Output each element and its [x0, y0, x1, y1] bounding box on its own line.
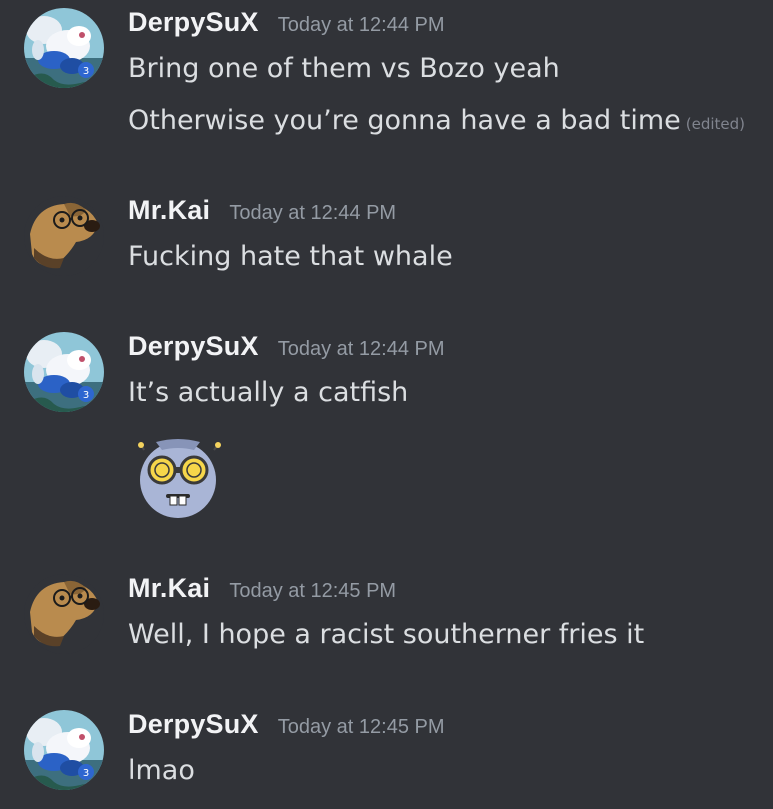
- message-content: Fucking hate that whale: [128, 241, 453, 272]
- dog-with-glasses-avatar-icon[interactable]: [24, 574, 104, 654]
- message-text: Bring one of them vs Bozo yeah: [128, 52, 560, 86]
- message-text: Fucking hate that whale: [128, 240, 453, 274]
- username[interactable]: DerpySuX: [128, 7, 259, 37]
- message-content: Bring one of them vs Bozo yeah: [128, 53, 560, 84]
- message-group: Mr.Kai Today at 12:45 PM Well, I hope a …: [0, 570, 773, 660]
- message-text: It’s actually a catfish: [128, 376, 408, 410]
- timestamp[interactable]: Today at 12:44 PM: [278, 14, 445, 36]
- message-header: DerpySuX Today at 12:45 PM: [128, 706, 445, 742]
- message-header: Mr.Kai Today at 12:44 PM: [128, 192, 396, 228]
- message-group: DerpySuX Today at 12:44 PM Bring one of …: [0, 4, 773, 154]
- username[interactable]: Mr.Kai: [128, 195, 210, 225]
- message-content: Otherwise you’re gonna have a bad time: [128, 105, 681, 136]
- nerd-robot-emoji-icon[interactable]: [128, 428, 224, 524]
- message-content: It’s actually a catfish: [128, 377, 409, 408]
- message-content: lmao: [128, 755, 195, 786]
- edited-label: (edited): [685, 115, 746, 133]
- message-group: DerpySuX Today at 12:44 PM It’s actually…: [0, 328, 773, 528]
- username[interactable]: DerpySuX: [128, 709, 259, 739]
- timestamp[interactable]: Today at 12:45 PM: [229, 580, 396, 602]
- message-header: Mr.Kai Today at 12:45 PM: [128, 570, 396, 606]
- timestamp[interactable]: Today at 12:44 PM: [229, 202, 396, 224]
- timestamp[interactable]: Today at 12:44 PM: [278, 338, 445, 360]
- timestamp[interactable]: Today at 12:45 PM: [278, 716, 445, 738]
- dog-with-glasses-avatar-icon[interactable]: [24, 196, 104, 276]
- message-text: Otherwise you’re gonna have a bad time (e…: [128, 104, 745, 141]
- pokemon-avatar-icon[interactable]: [24, 8, 104, 88]
- pokemon-avatar-icon[interactable]: [24, 332, 104, 412]
- pokemon-avatar-icon[interactable]: [24, 710, 104, 790]
- username[interactable]: Mr.Kai: [128, 573, 210, 603]
- message-group: Mr.Kai Today at 12:44 PM Fucking hate th…: [0, 192, 773, 282]
- message-content: Well, I hope a racist southerner fries i…: [128, 619, 645, 650]
- message-header: DerpySuX Today at 12:44 PM: [128, 328, 445, 364]
- message-group: DerpySuX Today at 12:45 PM lmao: [0, 706, 773, 806]
- message-text: lmao: [128, 754, 195, 788]
- username[interactable]: DerpySuX: [128, 331, 259, 361]
- message-header: DerpySuX Today at 12:44 PM: [128, 4, 445, 40]
- message-text: Well, I hope a racist southerner fries i…: [128, 618, 644, 652]
